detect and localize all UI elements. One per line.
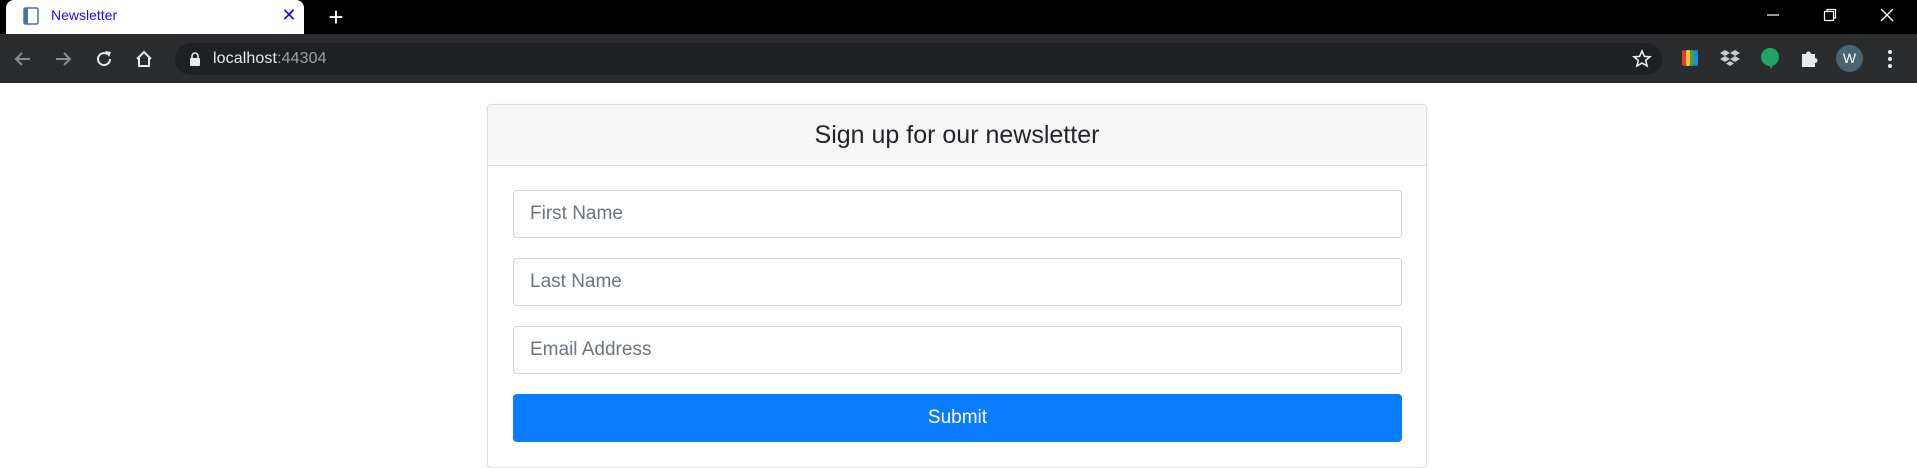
reload-icon — [97, 51, 112, 67]
arrow-right-icon — [56, 52, 72, 66]
minimize-icon — [1767, 14, 1779, 16]
address-bar[interactable]: localhost:44304 — [175, 43, 1662, 75]
submit-button[interactable]: Submit — [513, 394, 1402, 442]
close-window-button[interactable] — [1859, 0, 1915, 30]
puzzle-icon[interactable] — [1797, 46, 1821, 70]
newsletter-card: Sign up for our newsletter Submit — [487, 104, 1427, 468]
forward-button[interactable] — [49, 45, 77, 73]
color-picker-extension-icon[interactable] — [1678, 46, 1702, 70]
restore-button[interactable] — [1802, 0, 1858, 30]
minimize-button[interactable] — [1745, 0, 1801, 30]
close-icon — [1880, 8, 1894, 22]
last-name-field[interactable] — [513, 258, 1402, 306]
email-field[interactable] — [513, 326, 1402, 374]
tab-close-icon[interactable]: ✕ — [278, 4, 300, 26]
tab-title: Newsletter — [51, 7, 118, 23]
profile-avatar[interactable]: W — [1836, 45, 1863, 72]
restore-icon — [1823, 8, 1837, 22]
url-text: localhost:44304 — [213, 50, 327, 67]
home-button[interactable] — [130, 45, 158, 73]
form-title: Sign up for our newsletter — [814, 121, 1100, 149]
card-header: Sign up for our newsletter — [488, 105, 1426, 166]
arrow-left-icon — [14, 52, 30, 66]
back-button[interactable] — [9, 45, 37, 73]
new-tab-button[interactable]: + — [322, 3, 350, 31]
reload-button[interactable] — [90, 45, 118, 73]
tab-strip: Newsletter ✕ + — [0, 0, 1917, 34]
tab-newsletter[interactable]: Newsletter ✕ — [6, 0, 304, 34]
dropbox-icon[interactable] — [1718, 46, 1742, 70]
star-icon[interactable] — [1632, 49, 1652, 69]
lock-icon — [190, 52, 200, 66]
browser-toolbar: localhost:44304 W — [0, 34, 1917, 83]
kebab-menu-icon[interactable] — [1878, 46, 1902, 72]
first-name-field[interactable] — [513, 190, 1402, 238]
chat-bubble-extension-icon[interactable] — [1758, 46, 1782, 70]
home-icon — [136, 50, 152, 67]
card-body: Submit — [488, 166, 1426, 466]
document-icon — [23, 7, 39, 25]
